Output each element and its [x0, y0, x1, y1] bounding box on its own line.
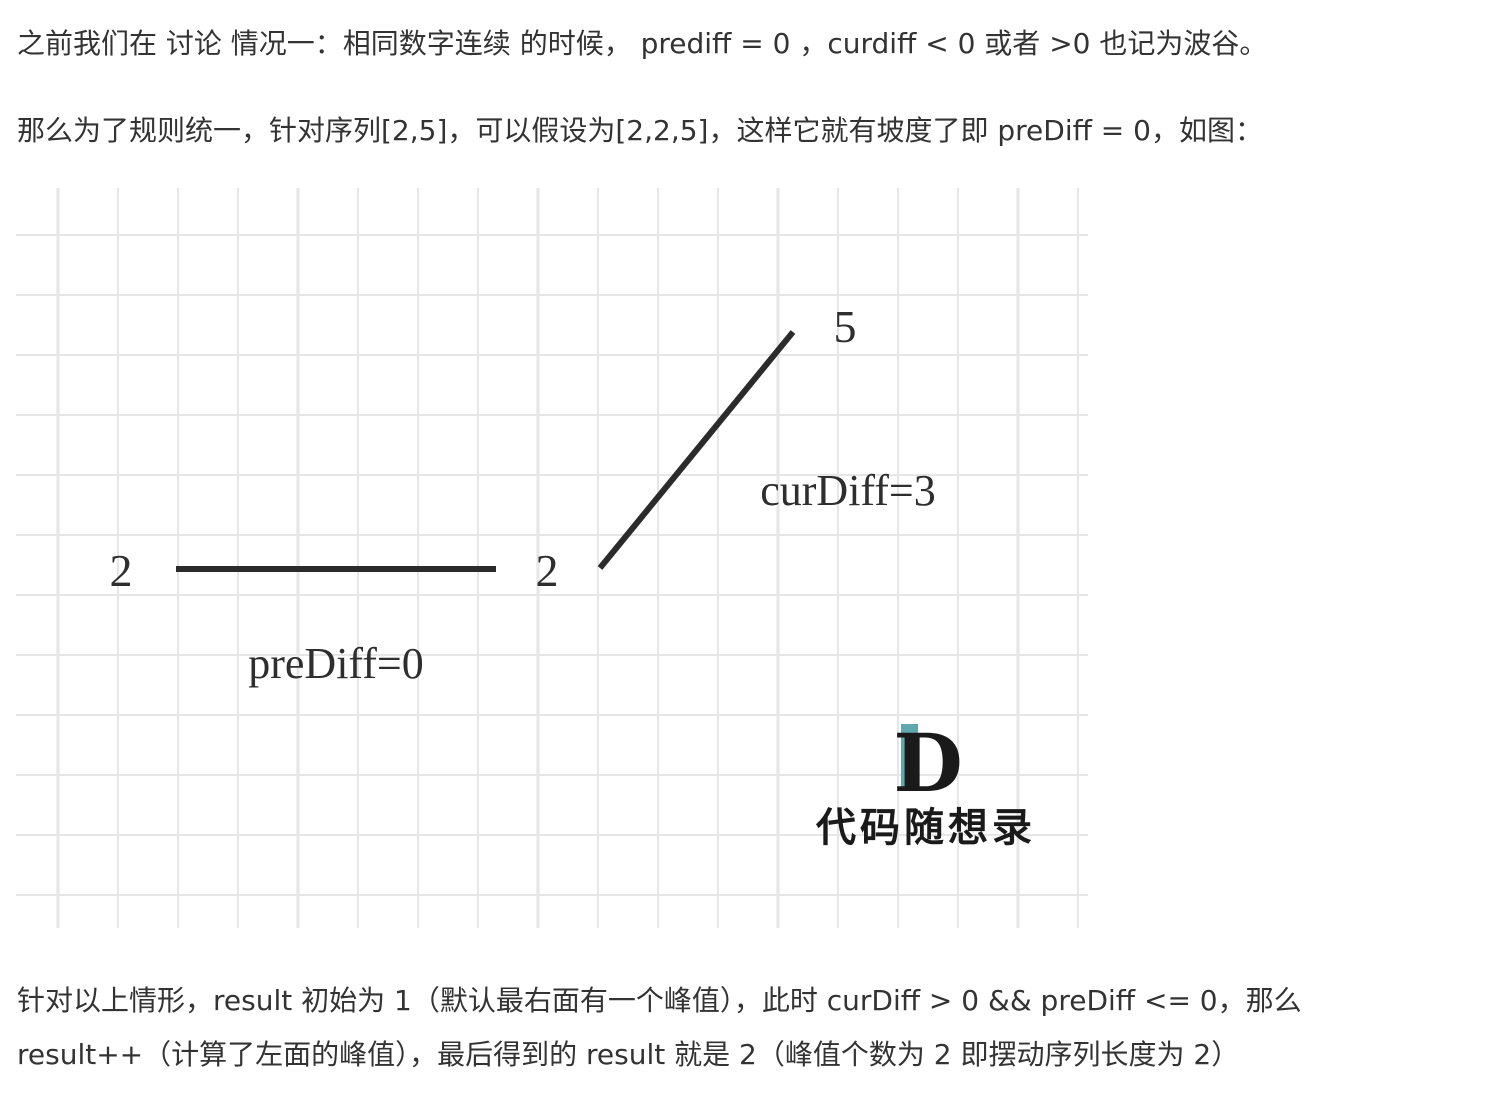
- watermark-logo: D 代码随想录: [815, 716, 1036, 851]
- point-label-third: 5: [834, 301, 857, 352]
- paragraph-intro: 之前我们在 讨论 情况一：相同数字连续 的时候， prediff = 0 ，cu…: [17, 27, 1268, 60]
- paragraph-result-explanation: 针对以上情形，result 初始为 1（默认最右面有一个峰值），此时 curDi…: [17, 984, 1302, 1017]
- point-label-first: 2: [110, 545, 133, 596]
- logo-text: 代码随想录: [815, 804, 1036, 851]
- paragraph-result-conclusion: result++（计算了左面的峰值），最后得到的 result 就是 2（峰值个…: [17, 1038, 1240, 1071]
- point-label-second: 2: [536, 545, 559, 596]
- paragraph-assumption: 那么为了规则统一，针对序列[2,5]，可以假设为[2,2,5]，这样它就有坡度了…: [17, 114, 1263, 147]
- curdiff-segment: [597, 330, 796, 570]
- sequence-diagram: 2 2 5 preDiff=0 curDiff=3 D 代码随想录: [16, 188, 1088, 928]
- sequence-figure: 2 2 5 preDiff=0 curDiff=3 D 代码随想录: [16, 188, 1088, 928]
- curdiff-label: curDiff=3: [760, 466, 936, 515]
- logo-letter: D: [893, 716, 962, 810]
- prediff-label: preDiff=0: [248, 639, 424, 688]
